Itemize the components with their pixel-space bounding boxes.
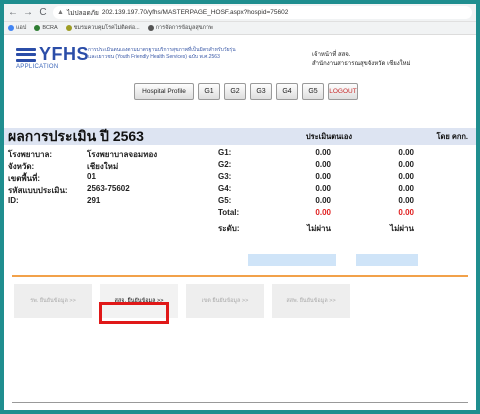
header-desc-line2: และเยาวชน (Youth Friendly Health Service… [88,54,220,60]
committee-score-g5: 0.00 [398,196,414,205]
bookmark-icon [34,25,41,31]
bookmark-bcra[interactable]: BCRA [34,25,58,31]
total-self-highlight [248,254,336,266]
g5-button[interactable]: G5 [302,83,324,100]
page-header: YFHS APPLICATION การประเมินตนเองตามมาตรฐ… [4,35,476,105]
bookmarks-bar: แอป BCRA ชมรมควบคุมโรคไม่ติดต่อ... การจั… [4,22,476,35]
results-title-row: ผลการประเมิน ปี 2563 ประเมินตนเอง โดย คก… [4,128,476,145]
hospital-confirm-button[interactable]: รพ. ยืนยันข้อมูล >> [14,284,92,318]
header-desc-line1: การประเมินตนเองตามมาตรฐานบริการสุขภาพที่… [88,47,236,53]
address-bar[interactable]: ▲ ไม่ปลอดภัย 202.139.197.70/yfhs/MASTERP… [53,6,472,19]
forward-icon[interactable]: → [23,4,33,22]
section-divider [12,275,468,277]
results-panel: ผลการประเมิน ปี 2563 ประเมินตนเอง โดย คก… [4,128,476,266]
main-toolbar: Hospital Profile G1 G2 G3 G4 G5 LOGOUT [134,83,358,100]
committee-score-g4: 0.00 [398,184,414,193]
browser-window: ← → C ▲ ไม่ปลอดภัย 202.139.197.70/yfhs/M… [4,4,476,410]
id-value: 291 [87,196,101,205]
committee-score-g1: 0.00 [398,148,414,157]
score-label-total: Total: [218,208,240,217]
browser-toolbar: ← → C ▲ ไม่ปลอดภัย 202.139.197.70/yfhs/M… [4,4,476,22]
info-label: ID: [8,196,19,205]
logo-text: YFHS [39,44,90,64]
bookmark-label: แอป [16,25,27,31]
assessment-code-value: 2563-75602 [87,184,130,193]
score-label-g4: G4: [218,184,232,193]
committee-level: ไม่ผ่าน [390,224,414,233]
g3-button[interactable]: G3 [250,83,272,100]
logo-subtitle: APPLICATION [16,64,59,70]
committee-score-g3: 0.00 [398,172,414,181]
score-label-g2: G2: [218,160,232,169]
results-title: ผลการประเมิน ปี 2563 [4,128,240,145]
header-description: การประเมินตนเองตามมาตรฐานบริการสุขภาพที่… [88,47,268,61]
score-label-g3: G3: [218,172,232,181]
bookmark-apps[interactable]: แอป [8,24,26,32]
hospital-profile-button[interactable]: Hospital Profile [134,83,194,100]
officer-info: เจ้าหน้าที่ สสจ. สำนักงานสาธารณสุขจังหวั… [312,51,411,69]
footer-divider [12,402,468,403]
bookmark-label: ชมรมควบคุมโรคไม่ติดต่อ... [73,25,140,31]
g1-button[interactable]: G1 [198,83,220,100]
region-value: 01 [87,172,96,181]
back-icon[interactable]: ← [8,4,18,22]
apps-icon [8,25,14,31]
self-assessment-header: ประเมินตนเอง [240,128,358,145]
reload-icon[interactable]: C [38,4,48,22]
committee-score-g2: 0.00 [398,160,414,169]
bookmark-ncd[interactable]: ชมรมควบคุมโรคไม่ติดต่อ... [65,24,140,32]
yfhs-logo: YFHS [16,44,89,65]
committee-score-total: 0.00 [398,208,414,217]
score-label-level: ระดับ: [218,224,240,233]
url-text: 202.139.197.70/yfhs/MASTERPAGE_HOSF.aspx… [101,9,289,16]
highlight-box [99,302,169,324]
ssp-confirm-button[interactable]: สสพ. ยืนยันข้อมูล >> [272,284,350,318]
bookmark-icon [65,25,72,31]
logout-button[interactable]: LOGOUT [328,83,358,100]
g2-button[interactable]: G2 [224,83,246,100]
bookmark-icon [147,25,154,31]
score-label-g5: G5: [218,196,232,205]
bookmark-health-data[interactable]: การจัดการข้อมูลสุขภาพ [147,24,213,32]
confirm-actions: รพ. ยืนยันข้อมูล >> สสจ. ยืนยันข้อมูล >>… [14,284,350,318]
officer-title: เจ้าหน้าที่ สสจ. [312,52,351,58]
g4-button[interactable]: G4 [276,83,298,100]
region-confirm-button[interactable]: เขต ยืนยันข้อมูล >> [186,284,264,318]
total-committee-highlight [356,254,418,266]
officer-office: สำนักงานสาธารณสุขจังหวัด เชียงใหม่ [312,61,411,67]
score-label-g1: G1: [218,148,232,157]
results-grid: โรงพยาบาล: โรงพยาบาลจอมทอง จังหวัด: เชีย… [4,145,476,266]
security-label: ไม่ปลอดภัย [66,9,99,17]
bookmark-label: BCRA [42,25,58,31]
warning-icon: ▲ [57,9,64,16]
bookmark-label: การจัดการข้อมูลสุขภาพ [155,25,213,31]
logo-mark-icon [16,47,36,62]
committee-header: โดย คกก. [358,128,476,145]
